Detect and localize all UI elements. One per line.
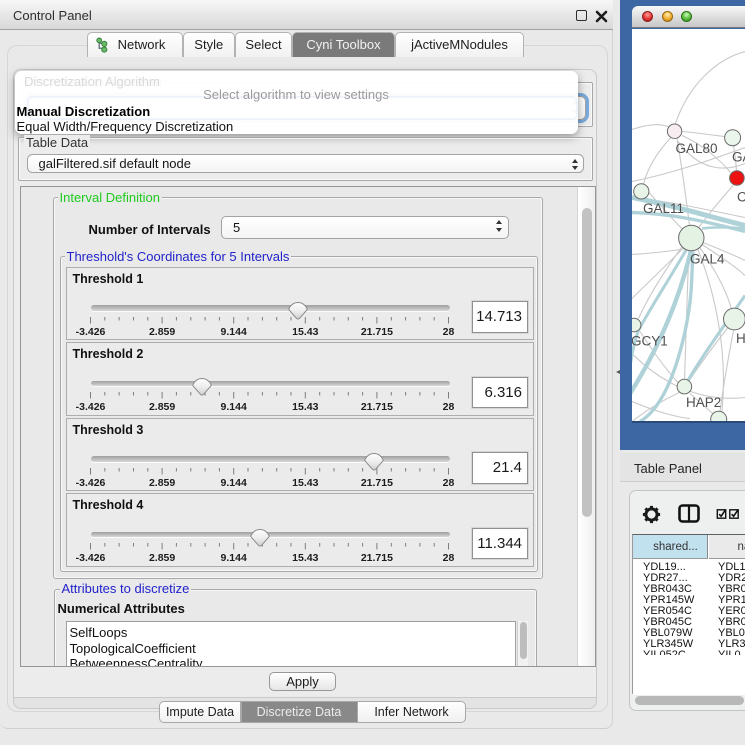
svg-text:21.715: 21.715 xyxy=(361,326,393,337)
svg-text:2.859: 2.859 xyxy=(149,401,175,412)
svg-text:H: H xyxy=(736,331,745,346)
svg-text:GAL80: GAL80 xyxy=(676,141,718,156)
svg-text:GAL11: GAL11 xyxy=(643,201,684,216)
svg-text:-3.426: -3.426 xyxy=(76,477,106,488)
svg-text:21.715: 21.715 xyxy=(361,477,393,488)
svg-text:GCY1: GCY1 xyxy=(632,333,668,348)
svg-text:28: 28 xyxy=(443,401,455,412)
svg-text:2.859: 2.859 xyxy=(149,552,175,563)
svg-text:2.859: 2.859 xyxy=(149,477,175,488)
svg-text:21.715: 21.715 xyxy=(361,552,393,563)
svg-text:21.715: 21.715 xyxy=(361,401,393,412)
svg-text:HAP2: HAP2 xyxy=(686,395,721,410)
svg-text:2.859: 2.859 xyxy=(149,326,175,337)
svg-text:-3.426: -3.426 xyxy=(76,401,106,412)
svg-text:28: 28 xyxy=(443,326,455,337)
svg-text:15.43: 15.43 xyxy=(292,326,318,337)
svg-text:28: 28 xyxy=(443,477,455,488)
svg-text:9.144: 9.144 xyxy=(221,326,247,337)
svg-text:C: C xyxy=(737,189,745,204)
svg-text:15.43: 15.43 xyxy=(292,401,318,412)
svg-text:15.43: 15.43 xyxy=(292,477,318,488)
svg-text:9.144: 9.144 xyxy=(221,401,247,412)
svg-text:9.144: 9.144 xyxy=(221,552,247,563)
svg-text:28: 28 xyxy=(443,552,455,563)
svg-text:9.144: 9.144 xyxy=(221,477,247,488)
svg-text:15.43: 15.43 xyxy=(292,552,318,563)
svg-text:GAL4: GAL4 xyxy=(690,251,725,266)
svg-text:-3.426: -3.426 xyxy=(76,326,106,337)
svg-text:-3.426: -3.426 xyxy=(76,552,106,563)
svg-text:GA: GA xyxy=(732,149,745,164)
